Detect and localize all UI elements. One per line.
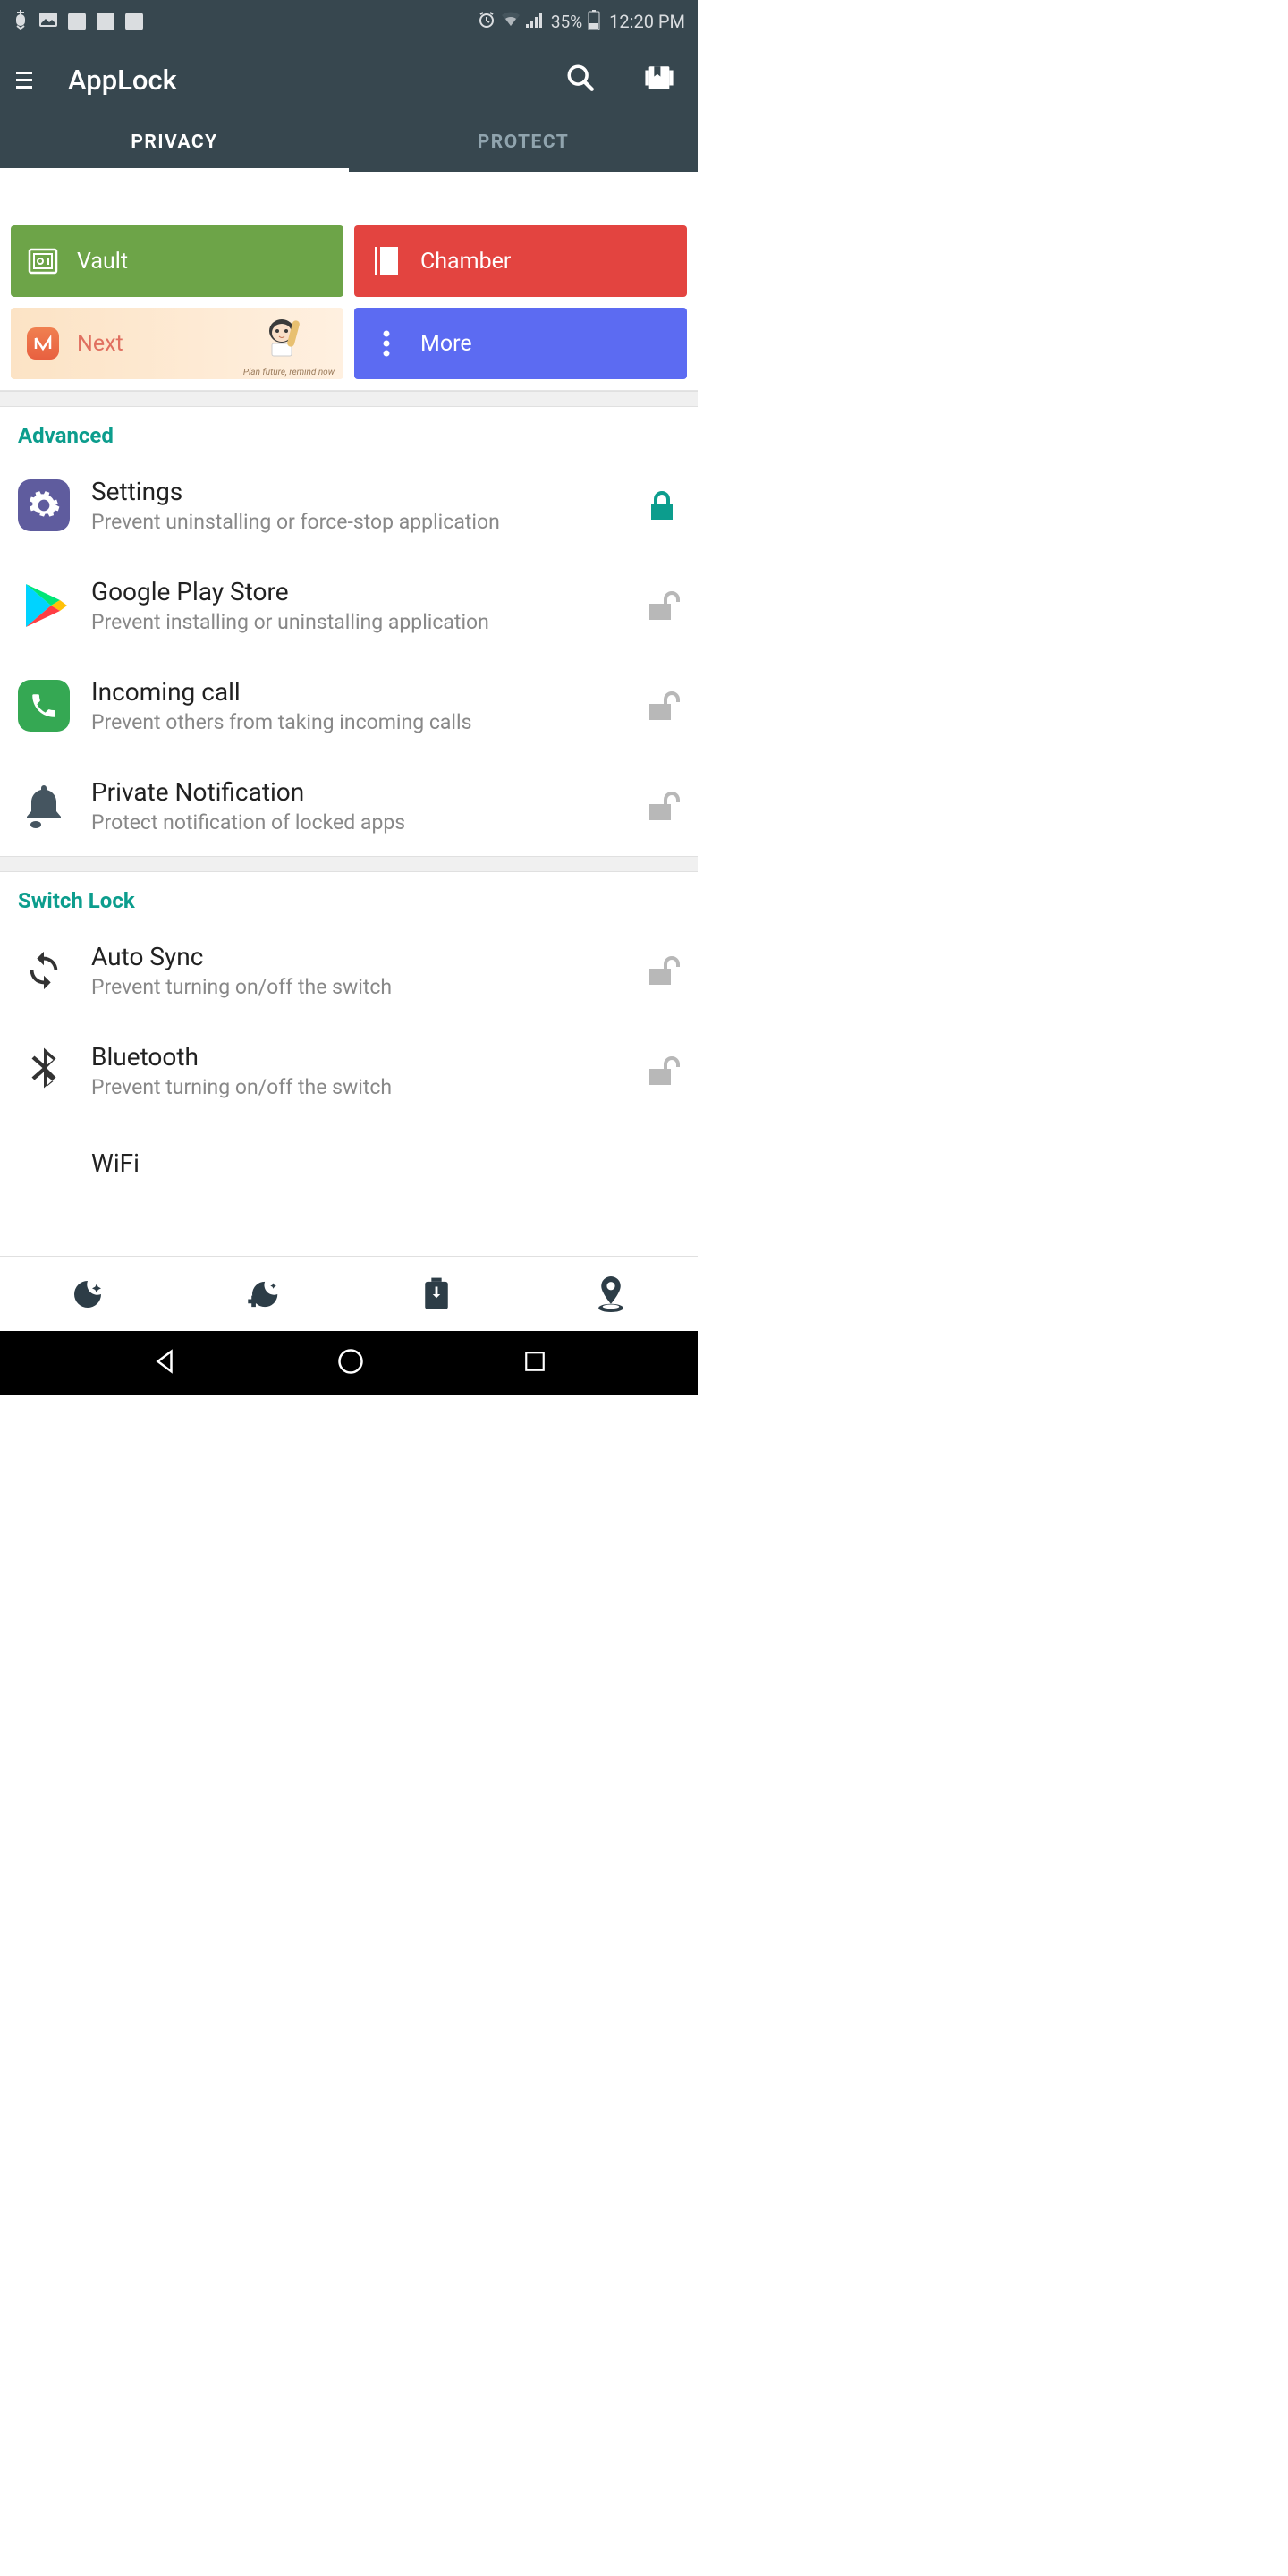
item-title: Auto Sync [91, 942, 626, 971]
card-label: More [420, 331, 472, 357]
lock-open-icon[interactable] [648, 954, 680, 987]
wifi-icon [18, 1137, 70, 1189]
mascot-icon [256, 313, 308, 369]
debug-icon [13, 10, 29, 34]
list-item-auto-sync[interactable]: Auto Sync Prevent turning on/off the swi… [0, 920, 698, 1021]
chamber-card[interactable]: Chamber [354, 225, 687, 297]
tab-protect[interactable]: PROTECT [349, 116, 698, 172]
signal-icon [526, 12, 544, 32]
image-icon [39, 11, 57, 33]
item-sub: Prevent turning on/off the switch [91, 975, 626, 999]
notification-icon [125, 13, 143, 30]
battery-icon [588, 10, 600, 34]
app-title: AppLock [68, 64, 177, 97]
status-bar: 35% 12:20 PM [0, 0, 698, 43]
wifi-icon [501, 12, 521, 32]
tab-bar: PRIVACY PROTECT [0, 116, 698, 172]
lock-open-icon[interactable] [648, 589, 680, 622]
next-card[interactable]: Next Plan future, remind now [11, 308, 343, 379]
item-sub: Prevent others from taking incoming call… [91, 710, 626, 734]
sync-icon [18, 945, 70, 996]
menu-icon[interactable] [11, 66, 38, 94]
vault-card[interactable]: Vault [11, 225, 343, 297]
app-bar: AppLock [0, 43, 698, 116]
item-title: Bluetooth [91, 1042, 626, 1072]
item-title: Incoming call [91, 677, 626, 707]
section-divider [0, 391, 698, 407]
theme-button[interactable] [635, 54, 683, 106]
settings-icon [18, 479, 70, 531]
download-button[interactable] [349, 1257, 523, 1331]
notification-icon [68, 13, 86, 30]
item-sub: Prevent uninstalling or force-stop appli… [91, 510, 626, 534]
system-nav-bar [0, 1331, 698, 1395]
home-button[interactable] [337, 1348, 364, 1378]
switch-lock-header: Switch Lock [0, 872, 698, 920]
item-title: Google Play Store [91, 577, 626, 606]
section-divider [0, 856, 698, 872]
vault-icon [27, 245, 59, 277]
clock-text: 12:20 PM [609, 11, 685, 32]
more-card[interactable]: More [354, 308, 687, 379]
back-button[interactable] [151, 1348, 178, 1378]
lock-open-icon[interactable] [648, 790, 680, 822]
list-item-wifi[interactable]: WiFi [0, 1121, 698, 1189]
bell-icon [18, 780, 70, 832]
search-button[interactable] [556, 54, 605, 106]
card-label: Next [77, 331, 123, 357]
advanced-header: Advanced [0, 407, 698, 455]
alarm-icon [478, 11, 496, 33]
item-sub: Protect notification of locked apps [91, 810, 626, 835]
list-item-private-notification[interactable]: Private Notification Protect notificatio… [0, 756, 698, 856]
item-title: Settings [91, 477, 626, 506]
recents-button[interactable] [523, 1350, 547, 1377]
card-tagline: Plan future, remind now [243, 368, 335, 377]
tab-privacy[interactable]: PRIVACY [0, 116, 349, 172]
list-item-settings[interactable]: Settings Prevent uninstalling or force-s… [0, 455, 698, 555]
item-title: Private Notification [91, 777, 626, 807]
item-sub: Prevent installing or uninstalling appli… [91, 610, 626, 634]
lock-closed-icon[interactable] [648, 489, 680, 521]
bluetooth-icon [18, 1045, 70, 1097]
notification-icon [97, 13, 114, 30]
add-night-button[interactable] [174, 1257, 349, 1331]
bottom-toolbar [0, 1256, 698, 1331]
night-mode-button[interactable] [0, 1257, 174, 1331]
location-button[interactable] [523, 1257, 698, 1331]
lock-open-icon[interactable] [648, 1055, 680, 1087]
door-icon [370, 245, 402, 277]
item-sub: Prevent turning on/off the switch [91, 1075, 626, 1099]
more-vert-icon [370, 327, 402, 360]
next-app-icon [27, 327, 59, 360]
scroll-content[interactable]: Vault Chamber Next Plan future, remind n… [0, 215, 698, 1256]
item-title: WiFi [91, 1148, 680, 1178]
play-store-icon [18, 580, 70, 631]
card-label: Chamber [420, 249, 511, 275]
battery-percent: 35% [551, 12, 582, 32]
quick-cards: Vault Chamber Next Plan future, remind n… [0, 215, 698, 391]
phone-icon [18, 680, 70, 732]
list-item-bluetooth[interactable]: Bluetooth Prevent turning on/off the swi… [0, 1021, 698, 1121]
list-item-incoming-call[interactable]: Incoming call Prevent others from taking… [0, 656, 698, 756]
card-label: Vault [77, 249, 128, 275]
list-item-play-store[interactable]: Google Play Store Prevent installing or … [0, 555, 698, 656]
lock-open-icon[interactable] [648, 690, 680, 722]
